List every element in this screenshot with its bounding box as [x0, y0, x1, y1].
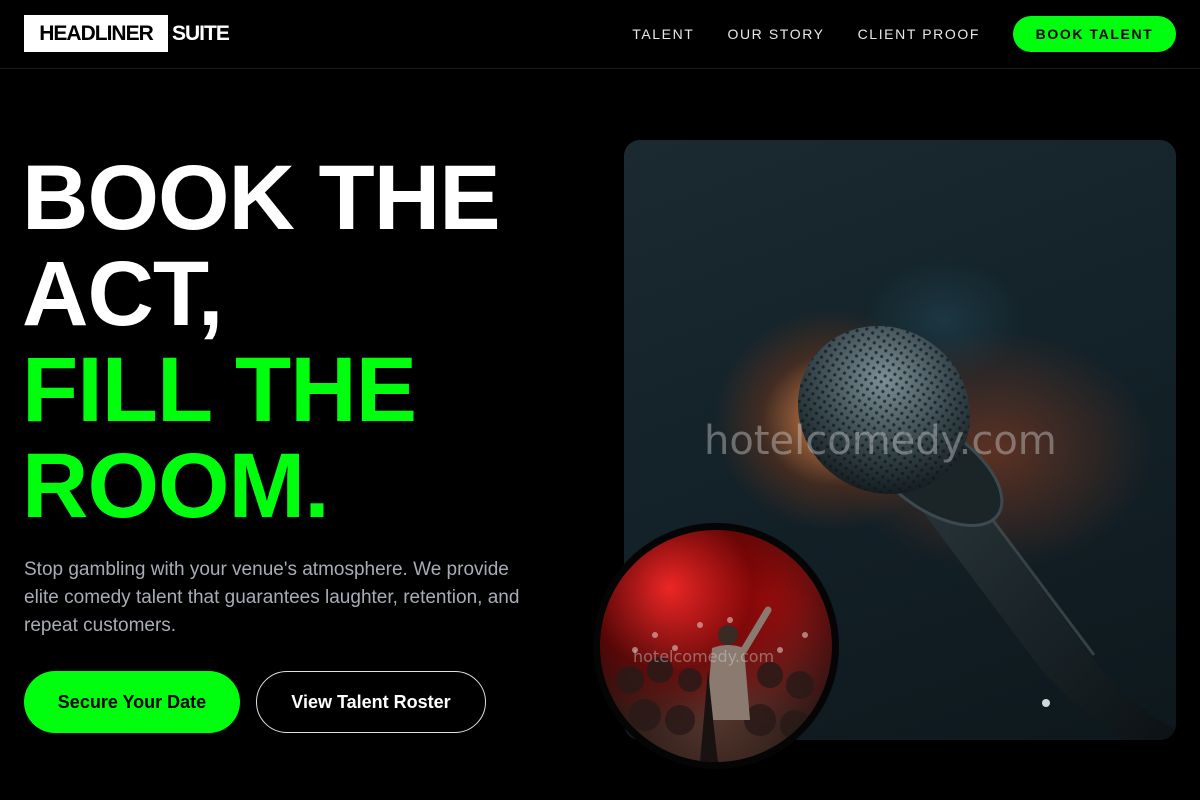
secure-your-date-button[interactable]: Secure Your Date: [24, 671, 240, 733]
headline-line-1: BOOK THE: [22, 147, 501, 249]
logo-secondary: SUITE: [172, 21, 230, 45]
crowd-image: hotelcomedy.com: [593, 523, 839, 769]
site-header: HEADLINER SUITE TALENT OUR STORY CLIENT …: [0, 0, 1200, 69]
nav-link-our-story[interactable]: OUR STORY: [727, 26, 824, 42]
headline-line-3: FILL THE: [22, 339, 417, 441]
logo-primary: HEADLINER: [24, 15, 168, 52]
main-nav: TALENT OUR STORY CLIENT PROOF BOOK TALEN…: [632, 0, 1176, 68]
nav-link-client-proof[interactable]: CLIENT PROOF: [858, 26, 980, 42]
headline-line-2: ACT,: [22, 243, 223, 345]
hero-headline: BOOK THE ACT, FILL THE ROOM.: [22, 147, 501, 537]
nav-link-talent[interactable]: TALENT: [632, 26, 694, 42]
image-watermark: hotelcomedy.com: [704, 418, 1057, 464]
book-talent-button[interactable]: BOOK TALENT: [1013, 16, 1176, 52]
crowd-watermark: hotelcomedy.com: [633, 647, 775, 666]
crowd-illustration: [616, 606, 814, 762]
hero-subtext: Stop gambling with your venue's atmosphe…: [24, 559, 520, 636]
headline-line-4: ROOM.: [22, 435, 330, 537]
logo[interactable]: HEADLINER SUITE: [24, 15, 230, 52]
view-talent-roster-button[interactable]: View Talent Roster: [256, 671, 486, 733]
